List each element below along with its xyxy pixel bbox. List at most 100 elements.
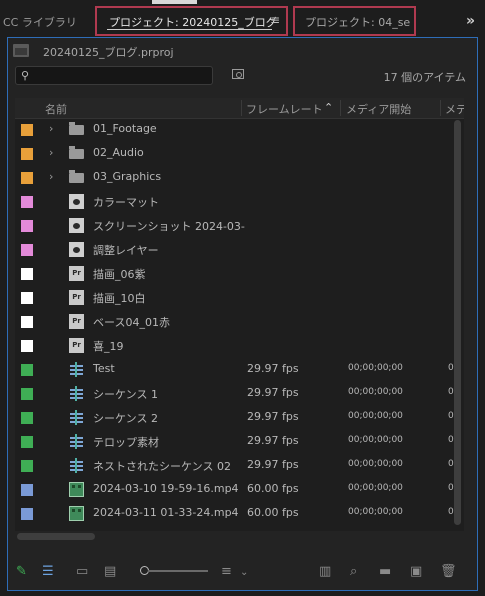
icon-view-icon[interactable]: ▭	[76, 564, 88, 579]
list-item[interactable]: スクリーンショット 2024-03-	[15, 214, 464, 238]
item-media-start: 00;00;00;00	[348, 435, 403, 445]
tab-cc-libraries[interactable]: CC ライブラリ	[3, 14, 77, 30]
new-bin-icon[interactable]: ▬	[379, 564, 391, 579]
item-frame-rate: 29.97 fps	[247, 386, 299, 399]
label-color-swatch[interactable]	[21, 316, 33, 328]
item-name: 描画_10白	[93, 292, 146, 305]
tab-project-active-label: プロジェクト: 20240125_ブログ	[109, 16, 277, 29]
item-name: 2024-03-10 19-59-16.mp4	[93, 482, 239, 495]
label-color-swatch[interactable]	[21, 196, 33, 208]
label-color-swatch[interactable]	[21, 124, 33, 136]
premiere-graphic-icon: Pr	[69, 338, 84, 353]
freeform-view-icon[interactable]: ▤	[104, 564, 116, 579]
label-color-swatch[interactable]	[21, 268, 33, 280]
list-item[interactable]: Pr 喜_19	[15, 334, 464, 358]
tab-project-active[interactable]: プロジェクト: 20240125_ブログ ≡	[95, 6, 288, 36]
sort-icon[interactable]: ≡	[221, 564, 232, 579]
delete-icon[interactable]: 🗑	[440, 564, 457, 579]
item-name: 03_Graphics	[93, 170, 162, 183]
list-item[interactable]: Pr 描画_10白	[15, 286, 464, 310]
item-name: 02_Audio	[93, 146, 144, 159]
list-item[interactable]: › 01_Footage	[15, 118, 464, 142]
item-name: 喜_19	[93, 340, 124, 353]
item-name: テロップ素材	[93, 436, 159, 449]
label-color-swatch[interactable]	[21, 460, 33, 472]
search-input[interactable]: ⚲	[15, 66, 213, 85]
synthetic-clip-icon	[69, 218, 84, 233]
item-media-end: 0	[448, 459, 454, 469]
sequence-icon	[70, 362, 83, 377]
overflow-tabs-icon[interactable]: »	[466, 13, 475, 29]
item-media-start: 00;00;00;00	[348, 459, 403, 469]
disclosure-triangle-icon[interactable]: ›	[49, 170, 53, 183]
list-item[interactable]: テロップ素材 29.97 fps 00;00;00;00 0	[15, 430, 464, 454]
label-color-swatch[interactable]	[21, 148, 33, 160]
list-item[interactable]: シーケンス 2 29.97 fps 00;00;00;00 0	[15, 406, 464, 430]
automate-to-sequence-icon[interactable]: ▥	[319, 564, 331, 579]
item-name: カラーマット	[93, 196, 159, 209]
new-item-icon[interactable]: ▣	[410, 564, 422, 579]
column-separator[interactable]	[340, 100, 341, 116]
label-color-swatch[interactable]	[21, 388, 33, 400]
item-frame-rate: 29.97 fps	[247, 434, 299, 447]
panel-menu-icon[interactable]: ≡	[270, 13, 280, 27]
item-media-start: 00;00;00;00	[348, 411, 403, 421]
synthetic-clip-icon	[69, 242, 84, 257]
item-name: スクリーンショット 2024-03-	[93, 220, 245, 233]
sort-ascending-icon[interactable]: ⌃	[324, 101, 333, 114]
label-color-swatch[interactable]	[21, 508, 33, 520]
sequence-icon	[70, 386, 83, 401]
item-media-end: 0	[448, 387, 454, 397]
item-name: 描画_06紫	[93, 268, 146, 281]
label-color-swatch[interactable]	[21, 436, 33, 448]
list-item[interactable]: › 02_Audio	[15, 142, 464, 166]
item-media-start: 00;00;00;00	[348, 483, 403, 493]
list-item[interactable]: 2024-03-11 01-33-24.mp4 60.00 fps 00;00;00…	[15, 502, 464, 526]
label-color-swatch[interactable]	[21, 364, 33, 376]
label-color-swatch[interactable]	[21, 412, 33, 424]
search-icon: ⚲	[21, 69, 30, 82]
find-icon[interactable]: ⌕	[350, 564, 357, 579]
list-item[interactable]: Test 29.97 fps 00;00;00;00 0	[15, 358, 464, 382]
chevron-down-icon[interactable]: ⌄	[240, 567, 248, 578]
item-media-start: 00;00;00;00	[348, 507, 403, 517]
list-item[interactable]: › 03_Graphics	[15, 166, 464, 190]
label-color-swatch[interactable]	[21, 484, 33, 496]
item-name: シーケンス 2	[93, 412, 158, 425]
zoom-slider-track[interactable]	[148, 570, 208, 572]
project-file-icon	[13, 44, 29, 57]
item-name: 調整レイヤー	[93, 244, 159, 257]
column-media-end[interactable]: メデ	[445, 101, 464, 117]
label-color-swatch[interactable]	[21, 172, 33, 184]
premiere-graphic-icon: Pr	[69, 266, 84, 281]
folder-icon	[69, 146, 84, 159]
list-item[interactable]: Pr ベース04_01赤	[15, 310, 464, 334]
horizontal-scrollbar[interactable]	[17, 533, 95, 540]
label-color-swatch[interactable]	[21, 220, 33, 232]
list-item[interactable]: シーケンス 1 29.97 fps 00;00;00;00 0	[15, 382, 464, 406]
list-view-icon[interactable]: ☰	[42, 564, 54, 579]
label-color-swatch[interactable]	[21, 244, 33, 256]
disclosure-triangle-icon[interactable]: ›	[49, 146, 53, 159]
label-color-swatch[interactable]	[21, 340, 33, 352]
label-color-swatch[interactable]	[21, 292, 33, 304]
search-bin-icon[interactable]	[232, 69, 244, 79]
item-frame-rate: 29.97 fps	[247, 362, 299, 375]
item-name: ネストされたシーケンス 02	[93, 460, 231, 473]
list-item[interactable]: カラーマット	[15, 190, 464, 214]
column-separator[interactable]	[440, 100, 441, 116]
column-frame-rate[interactable]: フレームレート	[246, 101, 323, 117]
item-frame-rate: 29.97 fps	[247, 458, 299, 471]
pencil-icon[interactable]: ✎	[16, 564, 27, 579]
panel-tab-bar: CC ライブラリ プロジェクト: 20240125_ブログ ≡ プロジェクト: …	[0, 4, 485, 40]
column-media-start[interactable]: メディア開始	[346, 101, 411, 117]
list-item[interactable]: 2024-03-10 19-59-16.mp4 60.00 fps 00;00;00…	[15, 478, 464, 502]
disclosure-triangle-icon[interactable]: ›	[49, 122, 53, 135]
vertical-scrollbar[interactable]	[454, 120, 461, 525]
tab-project-second[interactable]: プロジェクト: 04_se	[293, 6, 416, 36]
list-item[interactable]: ネストされたシーケンス 02 29.97 fps 00;00;00;00 0	[15, 454, 464, 478]
list-item[interactable]: Pr 描画_06紫	[15, 262, 464, 286]
list-item[interactable]: 調整レイヤー	[15, 238, 464, 262]
column-name[interactable]: 名前	[45, 101, 67, 117]
column-separator[interactable]	[241, 100, 242, 116]
